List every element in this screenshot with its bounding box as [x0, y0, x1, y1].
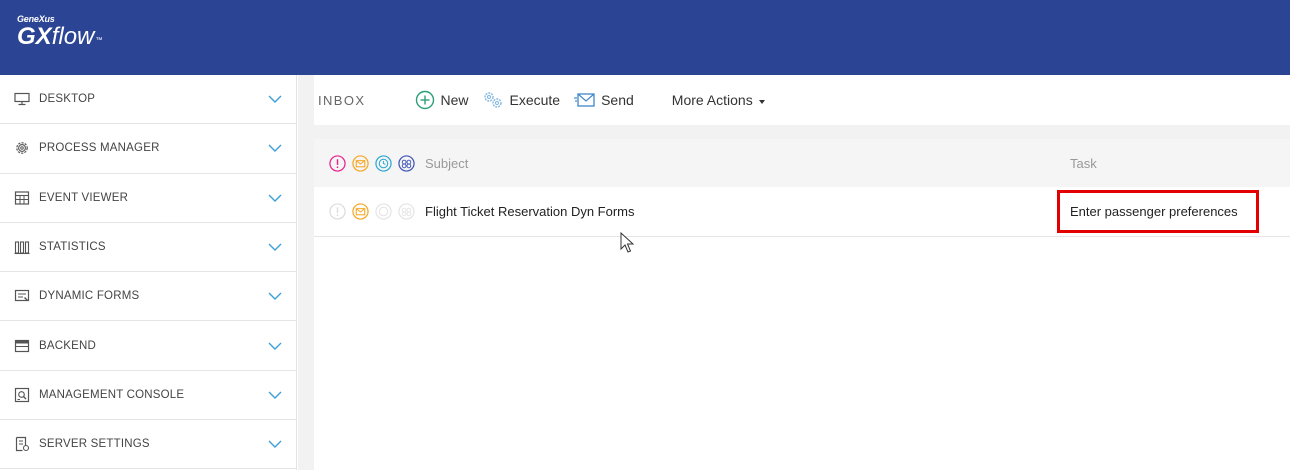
sidebar-item-label: BACKEND: [39, 339, 96, 352]
mail-column-icon[interactable]: [352, 154, 369, 172]
console-icon: [14, 387, 30, 403]
chevron-down-icon[interactable]: [268, 241, 282, 253]
sidebar-item-server-settings[interactable]: SERVER SETTINGS: [0, 420, 296, 470]
sidebar-item-management-console[interactable]: MANAGEMENT CONSOLE: [0, 371, 296, 421]
timer-icon: [375, 203, 392, 220]
execute-button-label: Execute: [509, 92, 561, 108]
calendar-icon: [14, 190, 30, 206]
window-icon: [14, 338, 30, 354]
settings-document-icon: [14, 436, 30, 452]
sidebar-item-label: DYNAMIC FORMS: [39, 290, 140, 303]
more-actions-label: More Actions: [671, 92, 753, 108]
sidebar-item-label: MANAGEMENT CONSOLE: [39, 388, 185, 401]
app-header: GeneXus GXflow™: [0, 0, 1290, 75]
sidebar-item-label: EVENT VIEWER: [39, 191, 129, 204]
chevron-down-icon[interactable]: [268, 438, 282, 450]
task-highlight-box: Enter passenger preferences: [1057, 190, 1259, 233]
subject-column-header[interactable]: Subject: [425, 156, 468, 171]
sidebar-item-statistics[interactable]: STATISTICS: [0, 223, 296, 273]
new-button-label: New: [440, 92, 469, 108]
content-gutter: [298, 75, 314, 470]
chevron-down-icon[interactable]: [268, 389, 282, 401]
priority-column-icon[interactable]: [329, 154, 346, 172]
chevron-down-icon[interactable]: [268, 142, 282, 154]
send-button-label: Send: [601, 92, 634, 108]
chevron-down-icon[interactable]: [268, 290, 282, 302]
sidebar-item-label: SERVER SETTINGS: [39, 438, 150, 451]
sidebar-item-label: DESKTOP: [39, 93, 96, 106]
chevron-down-icon[interactable]: [268, 93, 282, 105]
sidebar-item-dynamic-forms[interactable]: DYNAMIC FORMS: [0, 272, 296, 322]
mail-icon: [352, 203, 369, 220]
execute-button[interactable]: Execute: [482, 91, 560, 109]
send-mail-icon: [574, 93, 595, 107]
gear-icon: [14, 140, 30, 156]
sidebar-item-desktop[interactable]: DESKTOP: [0, 75, 296, 125]
sidebar: DESKTOP PROCESS MANAGER EVENT VIEWER STA…: [0, 75, 297, 470]
task-column-header[interactable]: Task: [1070, 156, 1097, 171]
gxflow-logo[interactable]: GeneXus GXflow™: [17, 14, 102, 51]
page-title: INBOX: [318, 92, 366, 108]
participants-column-icon[interactable]: [398, 154, 415, 172]
row-subject[interactable]: Flight Ticket Reservation Dyn Forms: [425, 204, 635, 219]
inbox-toolbar: INBOX New Execute Send More Actions: [314, 75, 1290, 125]
mouse-cursor-icon: [620, 232, 634, 253]
chevron-down-icon[interactable]: [268, 192, 282, 204]
caret-down-icon: [758, 99, 765, 104]
bar-chart-icon: [14, 239, 30, 255]
logo-gxflow-text: GXflow™: [17, 23, 103, 50]
grid-top-spacer: [314, 125, 1290, 139]
new-button[interactable]: New: [415, 90, 468, 110]
chevron-down-icon[interactable]: [268, 340, 282, 352]
sidebar-item-label: STATISTICS: [39, 241, 106, 254]
sidebar-item-label: PROCESS MANAGER: [39, 142, 160, 155]
form-icon: [14, 288, 30, 304]
monitor-icon: [14, 91, 30, 107]
sidebar-item-backend[interactable]: BACKEND: [0, 321, 296, 371]
gears-icon: [484, 92, 503, 108]
grid-header: Subject Task: [314, 139, 1290, 187]
sidebar-item-event-viewer[interactable]: EVENT VIEWER: [0, 174, 296, 223]
send-button[interactable]: Send: [574, 92, 634, 108]
more-actions-dropdown[interactable]: More Actions: [672, 92, 765, 108]
plus-circle-icon: [416, 90, 435, 110]
sidebar-item-process-manager[interactable]: PROCESS MANAGER: [0, 124, 296, 174]
table-row[interactable]: Flight Ticket Reservation Dyn Forms Ente…: [314, 187, 1290, 237]
priority-icon: [329, 203, 346, 220]
row-task[interactable]: Enter passenger preferences: [1070, 204, 1238, 219]
timer-column-icon[interactable]: [375, 154, 392, 172]
participants-icon: [398, 203, 415, 220]
